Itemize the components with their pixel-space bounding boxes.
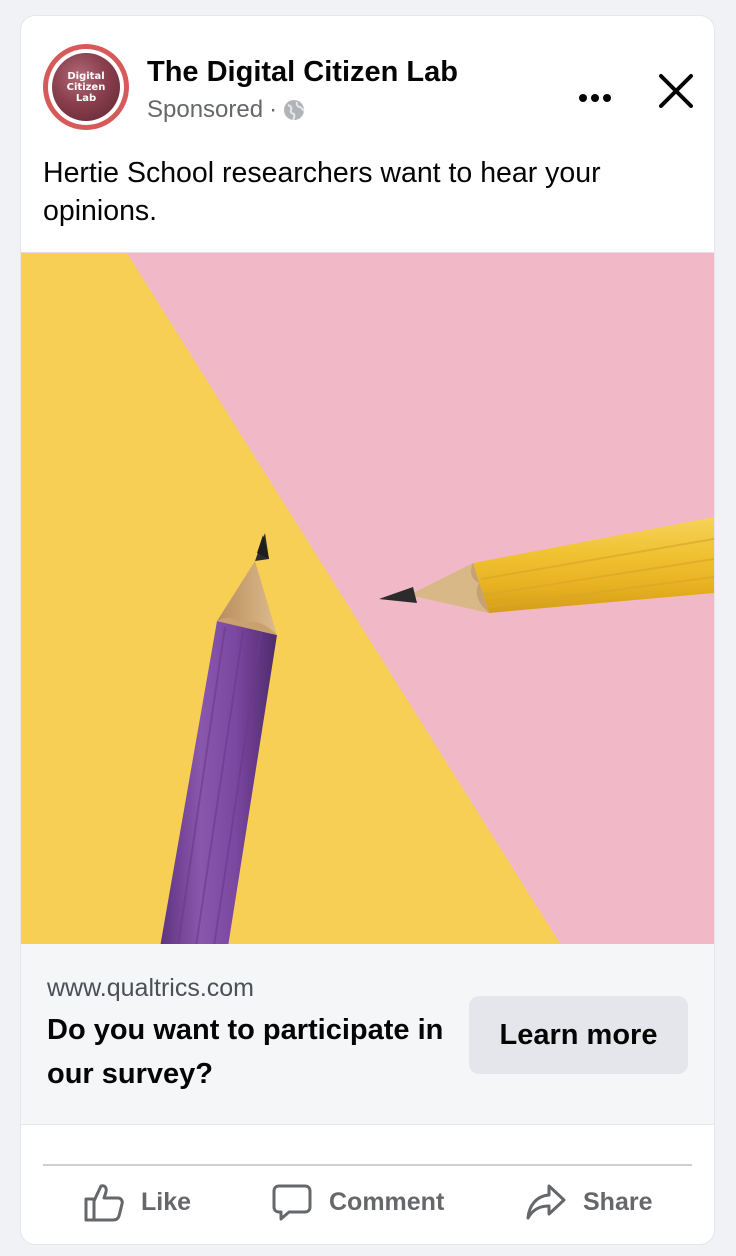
avatar-text-line3: Lab (75, 93, 97, 104)
action-bar: Like Comment Share (21, 1174, 714, 1234)
pencils-illustration (21, 253, 714, 945)
page-name-link[interactable]: The Digital Citizen Lab (147, 56, 458, 89)
post-body-text: Hertie School researchers want to hear y… (43, 157, 601, 227)
meta-separator: · (269, 96, 278, 123)
share-label: Share (583, 1187, 653, 1216)
thumbs-up-icon (84, 1184, 124, 1222)
like-button[interactable]: Like (83, 1174, 191, 1230)
ad-image[interactable] (21, 252, 714, 945)
link-headline[interactable]: Do you want to participate in our survey… (47, 1008, 447, 1096)
comment-button[interactable]: Comment (271, 1174, 444, 1230)
page-avatar[interactable]: Digital Citizen Lab (43, 44, 129, 130)
more-options-button[interactable] (569, 78, 621, 118)
more-options-icon (579, 94, 587, 102)
like-label: Like (141, 1187, 192, 1216)
avatar-text-line2: Citizen (66, 82, 106, 93)
share-icon (526, 1184, 566, 1220)
link-domain: www.qualtrics.com (47, 974, 254, 1002)
post-header: Digital Citizen Lab The Digital Citizen … (21, 16, 714, 144)
share-button[interactable]: Share (525, 1174, 652, 1230)
post-meta: Sponsored · (147, 96, 305, 124)
close-icon[interactable] (651, 66, 701, 116)
globe-icon (284, 100, 305, 121)
comment-icon (272, 1184, 312, 1221)
sponsored-post-card: Digital Citizen Lab The Digital Citizen … (21, 16, 714, 1244)
comment-label: Comment (329, 1187, 445, 1216)
learn-more-button[interactable]: Learn more (469, 996, 688, 1074)
action-divider (43, 1164, 692, 1166)
sponsored-label[interactable]: Sponsored (147, 96, 263, 124)
avatar-text-line1: Digital (67, 71, 105, 82)
link-preview[interactable]: www.qualtrics.com Do you want to partici… (21, 944, 714, 1125)
